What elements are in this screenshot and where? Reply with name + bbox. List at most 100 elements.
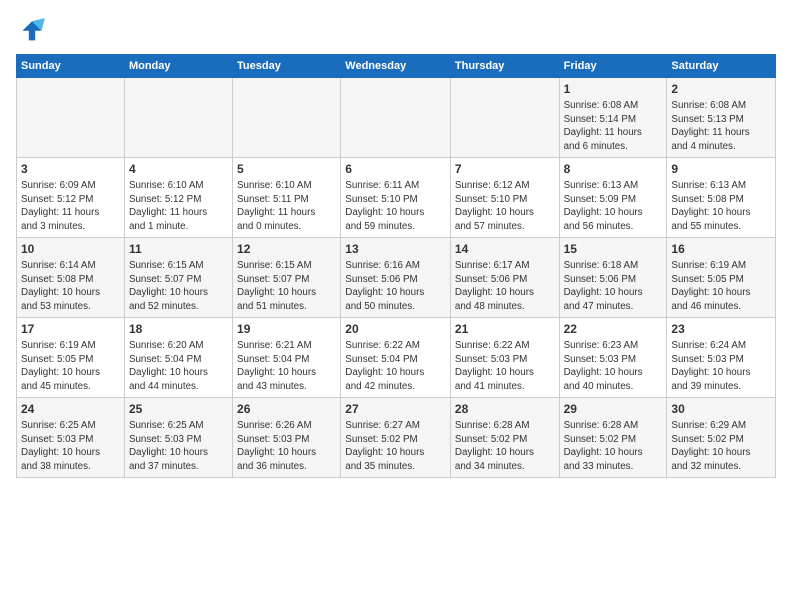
day-info: Sunrise: 6:25 AM Sunset: 5:03 PM Dayligh… — [21, 419, 120, 474]
day-info: Sunrise: 6:23 AM Sunset: 5:03 PM Dayligh… — [564, 339, 663, 394]
calendar-cell: 11Sunrise: 6:15 AM Sunset: 5:07 PM Dayli… — [124, 238, 232, 318]
calendar-cell — [233, 78, 341, 158]
calendar-cell — [124, 78, 232, 158]
calendar-cell: 3Sunrise: 6:09 AM Sunset: 5:12 PM Daylig… — [17, 158, 125, 238]
calendar-cell: 17Sunrise: 6:19 AM Sunset: 5:05 PM Dayli… — [17, 318, 125, 398]
weekday-header-thursday: Thursday — [450, 55, 559, 78]
calendar-cell: 18Sunrise: 6:20 AM Sunset: 5:04 PM Dayli… — [124, 318, 232, 398]
day-number: 8 — [564, 161, 663, 178]
calendar-cell — [17, 78, 125, 158]
calendar-cell: 26Sunrise: 6:26 AM Sunset: 5:03 PM Dayli… — [233, 398, 341, 478]
page-header — [16, 16, 776, 44]
calendar-cell: 8Sunrise: 6:13 AM Sunset: 5:09 PM Daylig… — [559, 158, 667, 238]
calendar-week-row: 17Sunrise: 6:19 AM Sunset: 5:05 PM Dayli… — [17, 318, 776, 398]
day-number: 26 — [237, 401, 336, 418]
day-number: 4 — [129, 161, 228, 178]
calendar-cell: 6Sunrise: 6:11 AM Sunset: 5:10 PM Daylig… — [341, 158, 451, 238]
weekday-header-friday: Friday — [559, 55, 667, 78]
calendar-cell: 20Sunrise: 6:22 AM Sunset: 5:04 PM Dayli… — [341, 318, 451, 398]
logo-icon — [16, 16, 48, 44]
calendar-week-row: 3Sunrise: 6:09 AM Sunset: 5:12 PM Daylig… — [17, 158, 776, 238]
day-info: Sunrise: 6:19 AM Sunset: 5:05 PM Dayligh… — [671, 259, 771, 314]
weekday-header-row: SundayMondayTuesdayWednesdayThursdayFrid… — [17, 55, 776, 78]
day-number: 6 — [345, 161, 446, 178]
day-number: 11 — [129, 241, 228, 258]
day-info: Sunrise: 6:15 AM Sunset: 5:07 PM Dayligh… — [129, 259, 228, 314]
calendar-cell: 9Sunrise: 6:13 AM Sunset: 5:08 PM Daylig… — [667, 158, 776, 238]
day-number: 12 — [237, 241, 336, 258]
day-info: Sunrise: 6:25 AM Sunset: 5:03 PM Dayligh… — [129, 419, 228, 474]
day-number: 15 — [564, 241, 663, 258]
day-number: 21 — [455, 321, 555, 338]
calendar-cell: 1Sunrise: 6:08 AM Sunset: 5:14 PM Daylig… — [559, 78, 667, 158]
day-number: 18 — [129, 321, 228, 338]
day-info: Sunrise: 6:22 AM Sunset: 5:04 PM Dayligh… — [345, 339, 446, 394]
calendar-cell: 22Sunrise: 6:23 AM Sunset: 5:03 PM Dayli… — [559, 318, 667, 398]
calendar-cell — [450, 78, 559, 158]
calendar-cell: 29Sunrise: 6:28 AM Sunset: 5:02 PM Dayli… — [559, 398, 667, 478]
day-number: 17 — [21, 321, 120, 338]
day-info: Sunrise: 6:13 AM Sunset: 5:08 PM Dayligh… — [671, 179, 771, 234]
day-number: 29 — [564, 401, 663, 418]
calendar-cell: 28Sunrise: 6:28 AM Sunset: 5:02 PM Dayli… — [450, 398, 559, 478]
calendar-week-row: 1Sunrise: 6:08 AM Sunset: 5:14 PM Daylig… — [17, 78, 776, 158]
day-number: 14 — [455, 241, 555, 258]
day-number: 28 — [455, 401, 555, 418]
day-number: 5 — [237, 161, 336, 178]
day-info: Sunrise: 6:20 AM Sunset: 5:04 PM Dayligh… — [129, 339, 228, 394]
day-info: Sunrise: 6:08 AM Sunset: 5:13 PM Dayligh… — [671, 99, 771, 154]
day-number: 16 — [671, 241, 771, 258]
day-info: Sunrise: 6:29 AM Sunset: 5:02 PM Dayligh… — [671, 419, 771, 474]
day-info: Sunrise: 6:08 AM Sunset: 5:14 PM Dayligh… — [564, 99, 663, 154]
day-info: Sunrise: 6:10 AM Sunset: 5:11 PM Dayligh… — [237, 179, 336, 234]
calendar-table: SundayMondayTuesdayWednesdayThursdayFrid… — [16, 54, 776, 478]
weekday-header-tuesday: Tuesday — [233, 55, 341, 78]
calendar-week-row: 24Sunrise: 6:25 AM Sunset: 5:03 PM Dayli… — [17, 398, 776, 478]
day-number: 19 — [237, 321, 336, 338]
calendar-cell: 7Sunrise: 6:12 AM Sunset: 5:10 PM Daylig… — [450, 158, 559, 238]
calendar-cell: 24Sunrise: 6:25 AM Sunset: 5:03 PM Dayli… — [17, 398, 125, 478]
day-info: Sunrise: 6:22 AM Sunset: 5:03 PM Dayligh… — [455, 339, 555, 394]
calendar-cell: 5Sunrise: 6:10 AM Sunset: 5:11 PM Daylig… — [233, 158, 341, 238]
day-info: Sunrise: 6:28 AM Sunset: 5:02 PM Dayligh… — [455, 419, 555, 474]
calendar-cell: 14Sunrise: 6:17 AM Sunset: 5:06 PM Dayli… — [450, 238, 559, 318]
day-number: 3 — [21, 161, 120, 178]
calendar-cell: 21Sunrise: 6:22 AM Sunset: 5:03 PM Dayli… — [450, 318, 559, 398]
day-number: 20 — [345, 321, 446, 338]
day-number: 27 — [345, 401, 446, 418]
day-info: Sunrise: 6:12 AM Sunset: 5:10 PM Dayligh… — [455, 179, 555, 234]
day-info: Sunrise: 6:26 AM Sunset: 5:03 PM Dayligh… — [237, 419, 336, 474]
calendar-cell: 19Sunrise: 6:21 AM Sunset: 5:04 PM Dayli… — [233, 318, 341, 398]
day-number: 9 — [671, 161, 771, 178]
day-info: Sunrise: 6:27 AM Sunset: 5:02 PM Dayligh… — [345, 419, 446, 474]
day-info: Sunrise: 6:17 AM Sunset: 5:06 PM Dayligh… — [455, 259, 555, 314]
calendar-cell — [341, 78, 451, 158]
day-info: Sunrise: 6:11 AM Sunset: 5:10 PM Dayligh… — [345, 179, 446, 234]
day-info: Sunrise: 6:19 AM Sunset: 5:05 PM Dayligh… — [21, 339, 120, 394]
weekday-header-sunday: Sunday — [17, 55, 125, 78]
day-info: Sunrise: 6:14 AM Sunset: 5:08 PM Dayligh… — [21, 259, 120, 314]
calendar-cell: 4Sunrise: 6:10 AM Sunset: 5:12 PM Daylig… — [124, 158, 232, 238]
weekday-header-saturday: Saturday — [667, 55, 776, 78]
calendar-cell: 10Sunrise: 6:14 AM Sunset: 5:08 PM Dayli… — [17, 238, 125, 318]
calendar-cell: 16Sunrise: 6:19 AM Sunset: 5:05 PM Dayli… — [667, 238, 776, 318]
day-number: 10 — [21, 241, 120, 258]
calendar-cell: 13Sunrise: 6:16 AM Sunset: 5:06 PM Dayli… — [341, 238, 451, 318]
day-number: 2 — [671, 81, 771, 98]
logo — [16, 16, 52, 44]
calendar-cell: 27Sunrise: 6:27 AM Sunset: 5:02 PM Dayli… — [341, 398, 451, 478]
day-info: Sunrise: 6:16 AM Sunset: 5:06 PM Dayligh… — [345, 259, 446, 314]
day-number: 1 — [564, 81, 663, 98]
day-number: 13 — [345, 241, 446, 258]
calendar-cell: 2Sunrise: 6:08 AM Sunset: 5:13 PM Daylig… — [667, 78, 776, 158]
calendar-cell: 25Sunrise: 6:25 AM Sunset: 5:03 PM Dayli… — [124, 398, 232, 478]
calendar-cell: 30Sunrise: 6:29 AM Sunset: 5:02 PM Dayli… — [667, 398, 776, 478]
day-info: Sunrise: 6:15 AM Sunset: 5:07 PM Dayligh… — [237, 259, 336, 314]
calendar-week-row: 10Sunrise: 6:14 AM Sunset: 5:08 PM Dayli… — [17, 238, 776, 318]
calendar-cell: 15Sunrise: 6:18 AM Sunset: 5:06 PM Dayli… — [559, 238, 667, 318]
day-info: Sunrise: 6:13 AM Sunset: 5:09 PM Dayligh… — [564, 179, 663, 234]
day-number: 30 — [671, 401, 771, 418]
calendar-cell: 12Sunrise: 6:15 AM Sunset: 5:07 PM Dayli… — [233, 238, 341, 318]
day-info: Sunrise: 6:28 AM Sunset: 5:02 PM Dayligh… — [564, 419, 663, 474]
day-info: Sunrise: 6:10 AM Sunset: 5:12 PM Dayligh… — [129, 179, 228, 234]
